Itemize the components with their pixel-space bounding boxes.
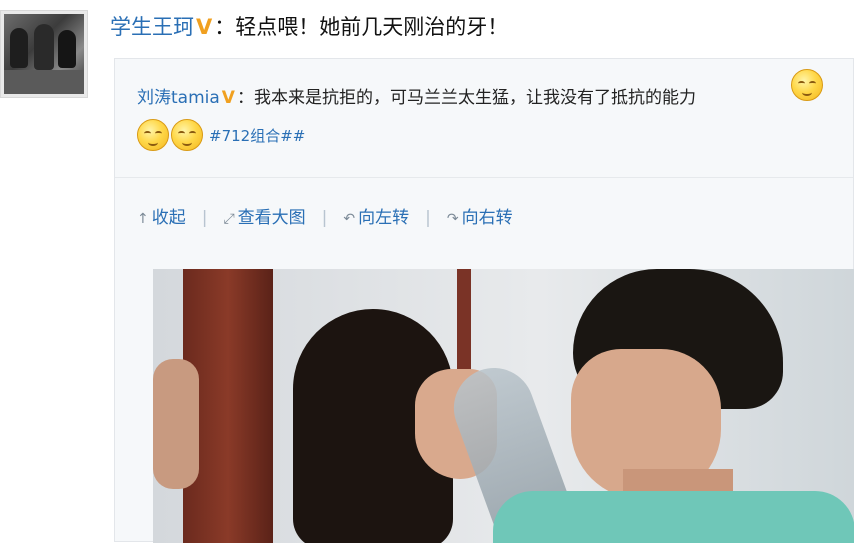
post-photo[interactable] <box>153 269 854 543</box>
separator: | <box>201 208 208 228</box>
image-actions-bar: ↑ 收起 | ⤢ 查看大图 | ↶ 向左转 | ↷ 向右转 <box>137 203 513 228</box>
divider <box>115 177 853 178</box>
rotate-left-label: 向左转 <box>358 208 410 228</box>
separator: | <box>321 208 328 228</box>
repost-container: 刘涛tamia V ：我本来是抗拒的，可马兰兰太生猛，让我没有了抵抗的能力 #712… <box>114 58 854 543</box>
avatar[interactable] <box>0 10 88 98</box>
rotate-left-button[interactable]: ↶ 向左转 <box>343 203 409 228</box>
collapse-label: 收起 <box>151 208 186 228</box>
rotate-left-icon: ↶ <box>343 211 356 227</box>
view-large-button[interactable]: ⤢ 查看大图 <box>223 203 305 228</box>
dizzy-face-emoji-icon <box>137 119 169 151</box>
emoji-row: #712组合## <box>137 119 305 151</box>
repost-text: ：我本来是抗拒的，可马兰兰太生猛，让我没有了抵抗的能力 <box>236 88 696 108</box>
dizzy-face-emoji-icon <box>171 119 203 151</box>
post-content: 学生王珂V：轻点喂！她前几天刚治的牙！ <box>110 14 508 40</box>
arrow-up-icon: ↑ <box>137 211 149 227</box>
separator: | <box>425 208 431 228</box>
dizzy-face-emoji-icon <box>791 69 823 101</box>
repost-author-link[interactable]: 刘涛tamia <box>137 88 220 108</box>
avatar-image <box>4 14 84 94</box>
rotate-right-label: 向右转 <box>461 208 513 228</box>
post-text: ：轻点喂！她前几天刚治的牙！ <box>214 15 509 39</box>
rotate-right-button[interactable]: ↷ 向右转 <box>447 203 513 228</box>
repost-verified-badge-icon: V <box>221 88 235 108</box>
post-author-link[interactable]: 学生王珂 <box>110 15 194 39</box>
repost-content: 刘涛tamia V ：我本来是抗拒的，可马兰兰太生猛，让我没有了抵抗的能力 <box>137 85 696 111</box>
view-large-label: 查看大图 <box>237 208 306 228</box>
topic-link[interactable]: #712组合## <box>209 127 305 145</box>
collapse-button[interactable]: ↑ 收起 <box>137 203 186 228</box>
verified-badge-icon: V <box>196 15 213 39</box>
rotate-right-icon: ↷ <box>446 211 459 227</box>
expand-icon: ⤢ <box>223 211 235 227</box>
